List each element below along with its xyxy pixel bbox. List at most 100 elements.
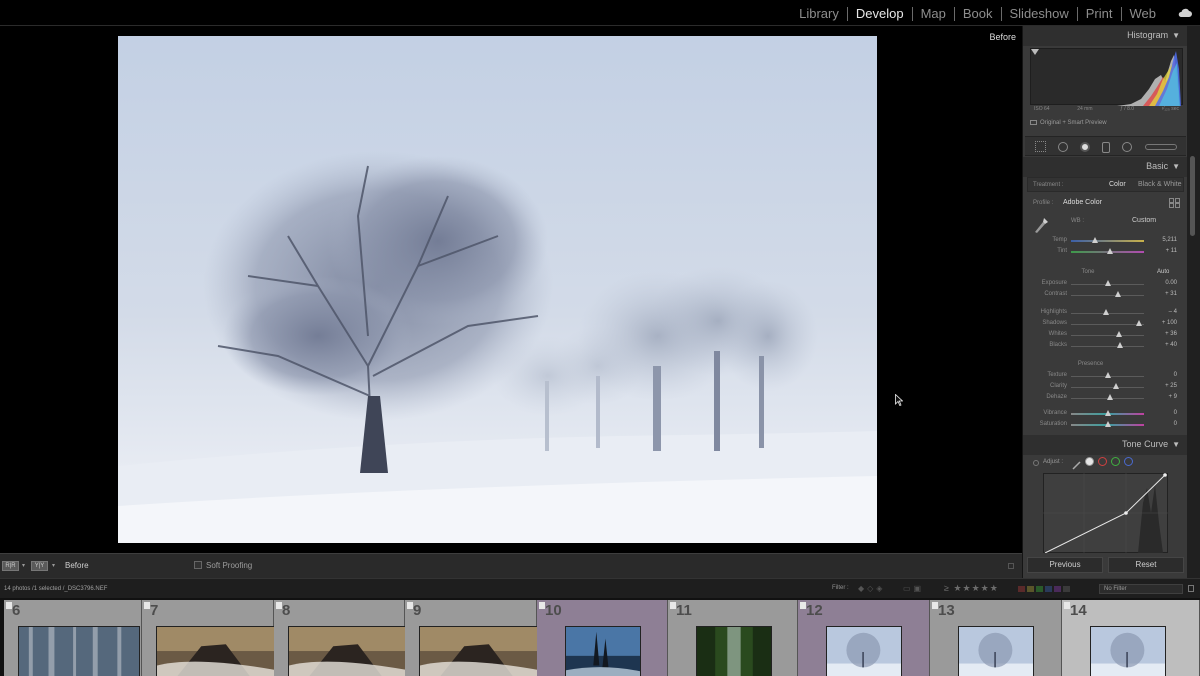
yellow-label-swatch[interactable]	[1027, 586, 1034, 592]
wb-dropdown[interactable]: Custom	[1132, 217, 1156, 224]
tone-curve-graph[interactable]	[1043, 473, 1168, 553]
purple-label-swatch[interactable]	[1054, 586, 1061, 592]
graduated-filter-icon[interactable]	[1102, 142, 1110, 153]
edit-filter-icon[interactable]: ▭▣	[903, 584, 924, 593]
chevron-down-icon[interactable]: ▾	[22, 562, 25, 569]
texture-value[interactable]: 0	[1174, 372, 1177, 378]
temp-slider-track[interactable]	[1071, 240, 1144, 242]
texture-slider-handle[interactable]	[1104, 372, 1111, 378]
adjustment-brush-icon[interactable]	[1145, 144, 1177, 150]
module-print[interactable]: Print	[1084, 6, 1115, 21]
filmstrip-thumbnail[interactable]	[826, 626, 902, 676]
shadows-value[interactable]: + 100	[1162, 320, 1177, 326]
module-develop[interactable]: Develop	[854, 6, 906, 21]
loupe-view-button[interactable]: R|R	[2, 561, 19, 571]
temp-value[interactable]: 5,211	[1162, 237, 1177, 243]
green-channel-icon[interactable]	[1111, 457, 1120, 466]
module-library[interactable]: Library	[797, 6, 841, 21]
filter-lock-icon[interactable]	[1188, 585, 1194, 592]
whites-slider-track[interactable]	[1071, 335, 1144, 336]
treatment-color-option[interactable]: Color	[1109, 181, 1126, 188]
point-curve-rgb-icon[interactable]	[1085, 457, 1094, 466]
filmstrip-thumbnail[interactable]	[156, 626, 278, 676]
filmstrip-cell[interactable]: 6	[4, 600, 142, 676]
green-label-swatch[interactable]	[1036, 586, 1043, 592]
toolbar-options-icon[interactable]	[1008, 563, 1014, 569]
highlights-slider-handle[interactable]	[1103, 309, 1110, 315]
highlights-value[interactable]: – 4	[1169, 309, 1177, 315]
tone-auto-button[interactable]: Auto	[1157, 269, 1169, 275]
saturation-value[interactable]: 0	[1174, 421, 1177, 427]
radial-filter-icon[interactable]	[1122, 142, 1132, 152]
saturation-slider-handle[interactable]	[1104, 421, 1111, 427]
exposure-value[interactable]: 0.00	[1165, 280, 1177, 286]
cloud-icon[interactable]	[1178, 7, 1192, 19]
module-slideshow[interactable]: Slideshow	[1008, 6, 1071, 21]
filmstrip-cell[interactable]: 11	[668, 600, 798, 676]
red-label-swatch[interactable]	[1018, 586, 1025, 592]
module-web[interactable]: Web	[1128, 6, 1159, 21]
filmstrip-thumbnail[interactable]	[1090, 626, 1166, 676]
whites-value[interactable]: + 36	[1165, 331, 1177, 337]
vibrance-value[interactable]: 0	[1174, 410, 1177, 416]
contrast-value[interactable]: + 31	[1165, 291, 1177, 297]
contrast-slider-handle[interactable]	[1114, 291, 1121, 297]
histogram-graph[interactable]	[1030, 48, 1183, 106]
collapse-triangle-icon[interactable]: ▼	[1172, 31, 1180, 40]
vibrance-slider-handle[interactable]	[1104, 410, 1111, 416]
collapse-triangle-icon[interactable]: ▼	[1172, 162, 1180, 171]
temp-slider-handle[interactable]	[1092, 237, 1099, 243]
right-panel-scrollbar[interactable]	[1187, 26, 1200, 553]
chevron-down-icon[interactable]: ▾	[52, 562, 55, 569]
filter-preset-dropdown[interactable]: No Filter	[1099, 584, 1183, 594]
clarity-slider-handle[interactable]	[1112, 383, 1119, 389]
shadows-slider-track[interactable]	[1071, 324, 1144, 325]
treatment-bw-option[interactable]: Black & White	[1138, 181, 1182, 188]
filmstrip-thumbnail[interactable]	[288, 626, 410, 676]
profile-dropdown[interactable]: Adobe Color	[1063, 199, 1102, 206]
flag-filter-icon[interactable]: ◆◇◈	[858, 584, 885, 593]
module-book[interactable]: Book	[961, 6, 995, 21]
blue-label-swatch[interactable]	[1045, 586, 1052, 592]
crop-tool-icon[interactable]	[1035, 141, 1046, 152]
shadows-slider-handle[interactable]	[1135, 320, 1142, 326]
smart-preview-status[interactable]: Original + Smart Preview	[1030, 120, 1107, 126]
blacks-slider-track[interactable]	[1071, 346, 1144, 347]
red-eye-icon[interactable]	[1080, 142, 1090, 152]
filmstrip[interactable]: 6 7 8 9 10 11 12 13 14	[0, 598, 1200, 676]
previous-button[interactable]: Previous	[1027, 557, 1103, 573]
tone-curve-header[interactable]: Tone Curve ▼	[1023, 435, 1187, 455]
blacks-slider-handle[interactable]	[1116, 342, 1123, 348]
dehaze-slider-handle[interactable]	[1106, 394, 1113, 400]
profile-browser-icon[interactable]	[1169, 198, 1180, 208]
parametric-curve-icon[interactable]	[1072, 457, 1081, 470]
wb-eyedropper-icon[interactable]	[1033, 216, 1049, 234]
collapse-triangle-icon[interactable]: ▼	[1172, 440, 1180, 449]
clarity-slider-track[interactable]	[1071, 387, 1144, 388]
filmstrip-thumbnail[interactable]	[696, 626, 772, 676]
before-after-button[interactable]: Y|Y	[31, 561, 48, 571]
filmstrip-cell[interactable]: 7	[142, 600, 278, 676]
red-channel-icon[interactable]	[1098, 457, 1107, 466]
spot-removal-icon[interactable]	[1058, 142, 1068, 152]
tint-value[interactable]: + 11	[1166, 248, 1177, 254]
filmstrip-cell[interactable]: 9	[405, 600, 541, 676]
scrollbar-thumb[interactable]	[1190, 156, 1195, 236]
filmstrip-thumbnail[interactable]	[958, 626, 1034, 676]
basic-header[interactable]: Basic ▼	[1023, 157, 1187, 177]
dehaze-value[interactable]: + 9	[1168, 394, 1177, 400]
module-map[interactable]: Map	[919, 6, 948, 21]
reset-button[interactable]: Reset	[1108, 557, 1184, 573]
filmstrip-cell[interactable]: 8	[274, 600, 410, 676]
exposure-slider-handle[interactable]	[1104, 280, 1111, 286]
filmstrip-cell[interactable]: 12	[798, 600, 930, 676]
image-viewer[interactable]: Before	[0, 26, 1022, 553]
soft-proofing-toggle[interactable]: Soft Proofing	[194, 561, 252, 570]
filmstrip-cell[interactable]: 14	[1062, 600, 1200, 676]
photo-snowy-trees-fog[interactable]	[118, 36, 877, 543]
filmstrip-thumbnail[interactable]	[565, 626, 641, 676]
other-label-swatch[interactable]	[1063, 586, 1070, 592]
histogram-header[interactable]: Histogram ▼	[1023, 26, 1187, 46]
contrast-slider-track[interactable]	[1071, 295, 1144, 296]
filmstrip-source-info[interactable]: 14 photos /1 selected /_DSC3796.NEF	[4, 586, 107, 592]
